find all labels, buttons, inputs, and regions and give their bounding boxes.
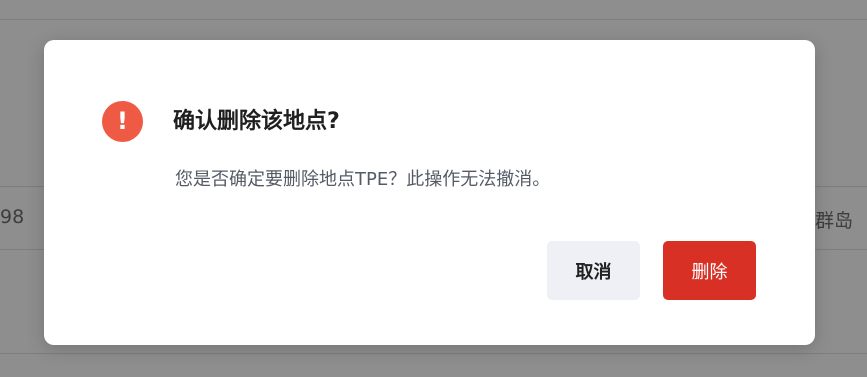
table-cell: 群岛: [815, 210, 854, 232]
dialog-title: 确认删除该地点?: [173, 109, 340, 134]
exclamation-circle-icon: !: [102, 101, 143, 142]
delete-confirm-dialog: ! 确认删除该地点? 您是否确定要删除地点TPE？此操作无法撤消。 取消 删除: [44, 40, 815, 345]
table-divider: [0, 19, 867, 20]
delete-button[interactable]: 删除: [663, 241, 756, 300]
cancel-button[interactable]: 取消: [547, 241, 640, 300]
dialog-message: 您是否确定要删除地点TPE？此操作无法撤消。: [175, 169, 551, 190]
table-divider: [0, 353, 867, 354]
table-cell: 98: [0, 206, 25, 228]
